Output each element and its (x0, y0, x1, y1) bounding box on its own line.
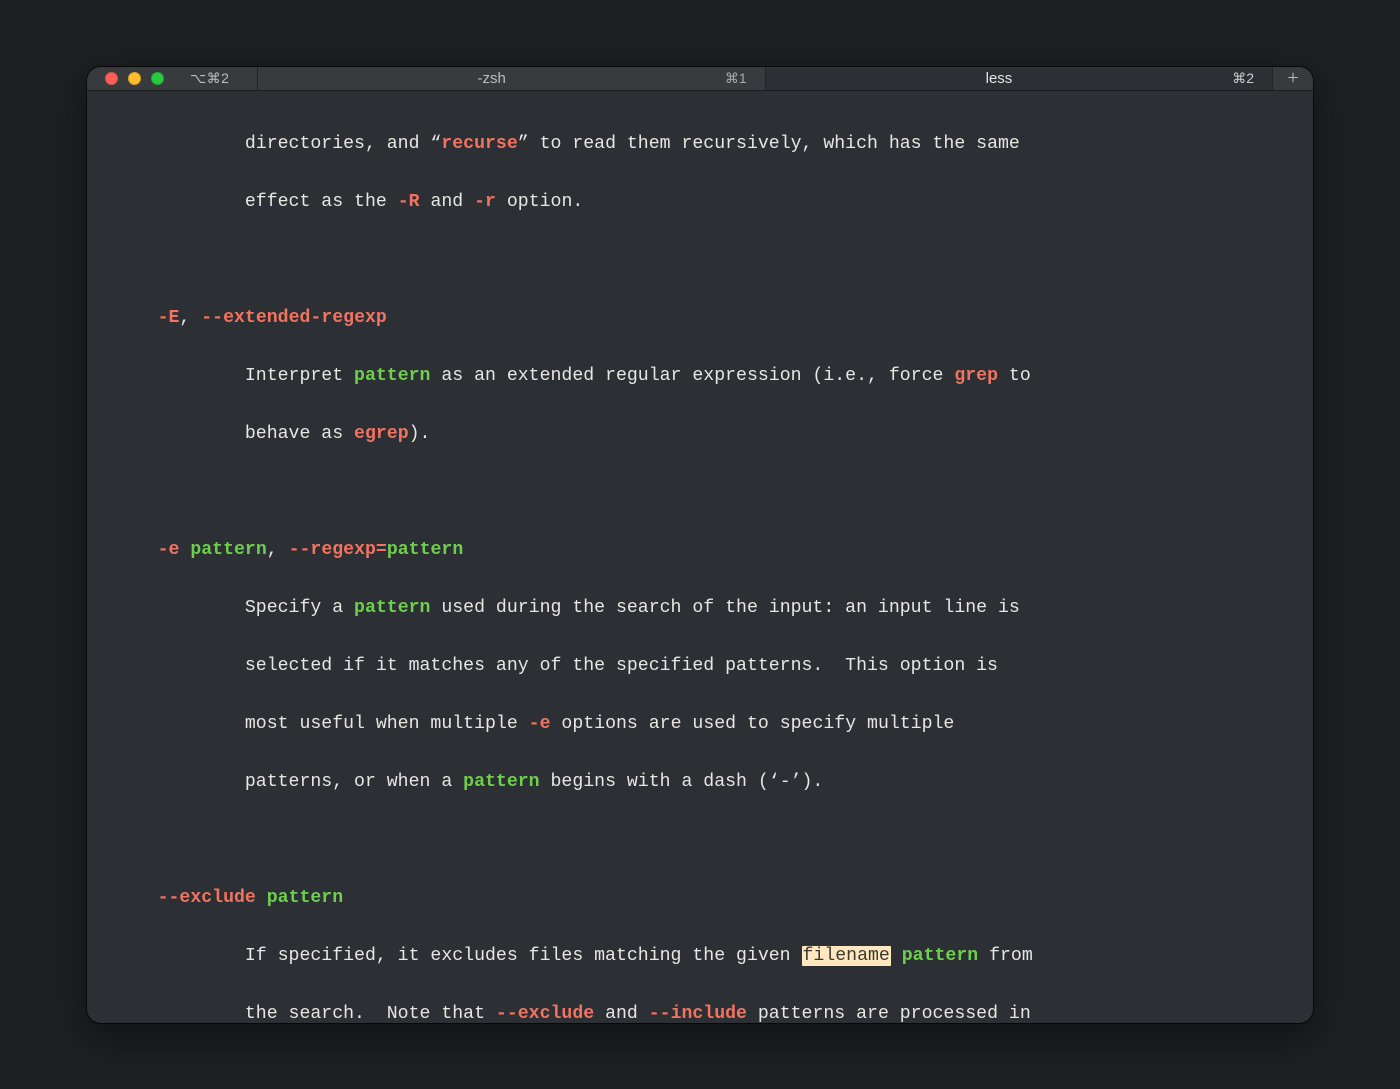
search-match-filename: filename (802, 946, 891, 966)
terminal-window: ⌥⌘2 -zsh ⌘1 less ⌘2 + directories, and “… (87, 67, 1313, 1023)
blank-line (89, 478, 1311, 507)
manpage-line: selected if it matches any of the specif… (89, 652, 1311, 681)
arg-pattern: pattern (902, 946, 978, 966)
option-exclude: --exclude (496, 1004, 594, 1023)
manpage-line: effect as the -R and -r option. (89, 188, 1311, 217)
blank-line (89, 246, 1311, 275)
window-shortcut-hint: ⌥⌘2 (180, 67, 257, 90)
option-extended-regexp: --extended-regexp (201, 308, 387, 328)
tab-title: -zsh (258, 70, 725, 87)
keyword-egrep: egrep (354, 424, 409, 444)
manpage-line: Interpret pattern as an extended regular… (89, 362, 1311, 391)
option-heading: --exclude pattern (89, 884, 1311, 913)
arg-pattern: pattern (354, 366, 430, 386)
titlebar: ⌥⌘2 -zsh ⌘1 less ⌘2 + (87, 67, 1313, 91)
tab-title: less (766, 70, 1233, 87)
option-r: -r (474, 192, 496, 212)
manpage-line: the search. Note that --exclude and --in… (89, 1000, 1311, 1023)
arg-pattern: pattern (190, 540, 266, 560)
option-E: -E (158, 308, 180, 328)
close-icon[interactable] (105, 72, 118, 85)
tabs: -zsh ⌘1 less ⌘2 (257, 67, 1272, 90)
traffic-lights (87, 67, 180, 90)
manpage-line: If specified, it excludes files matching… (89, 942, 1311, 971)
keyword-grep: grep (954, 366, 998, 386)
manpage-line: patterns, or when a pattern begins with … (89, 768, 1311, 797)
option-regexp: --regexp= (289, 540, 387, 560)
manpage-line: Specify a pattern used during the search… (89, 594, 1311, 623)
manpage-line: directories, and “recurse” to read them … (89, 130, 1311, 159)
blank-line (89, 826, 1311, 855)
option-heading: -e pattern, --regexp=pattern (89, 536, 1311, 565)
terminal-content[interactable]: directories, and “recurse” to read them … (87, 91, 1313, 1023)
minimize-icon[interactable] (128, 72, 141, 85)
manpage-line: behave as egrep). (89, 420, 1311, 449)
zoom-icon[interactable] (151, 72, 164, 85)
option-exclude: --exclude (158, 888, 256, 908)
tab-shortcut: ⌘1 (725, 70, 747, 87)
arg-pattern: pattern (267, 888, 343, 908)
tab-zsh[interactable]: -zsh ⌘1 (257, 67, 764, 90)
manpage-line: most useful when multiple -e options are… (89, 710, 1311, 739)
arg-pattern: pattern (354, 598, 430, 618)
option-e: -e (529, 714, 551, 734)
new-tab-button[interactable]: + (1272, 67, 1313, 90)
tab-shortcut: ⌘2 (1232, 70, 1254, 87)
arg-pattern: pattern (463, 772, 539, 792)
option-heading: -E, --extended-regexp (89, 304, 1311, 333)
arg-pattern: pattern (387, 540, 463, 560)
option-e: -e (158, 540, 180, 560)
tab-less[interactable]: less ⌘2 (765, 67, 1272, 90)
option-R: -R (398, 192, 420, 212)
highlight-recurse: recurse (441, 134, 517, 154)
option-include: --include (649, 1004, 747, 1023)
